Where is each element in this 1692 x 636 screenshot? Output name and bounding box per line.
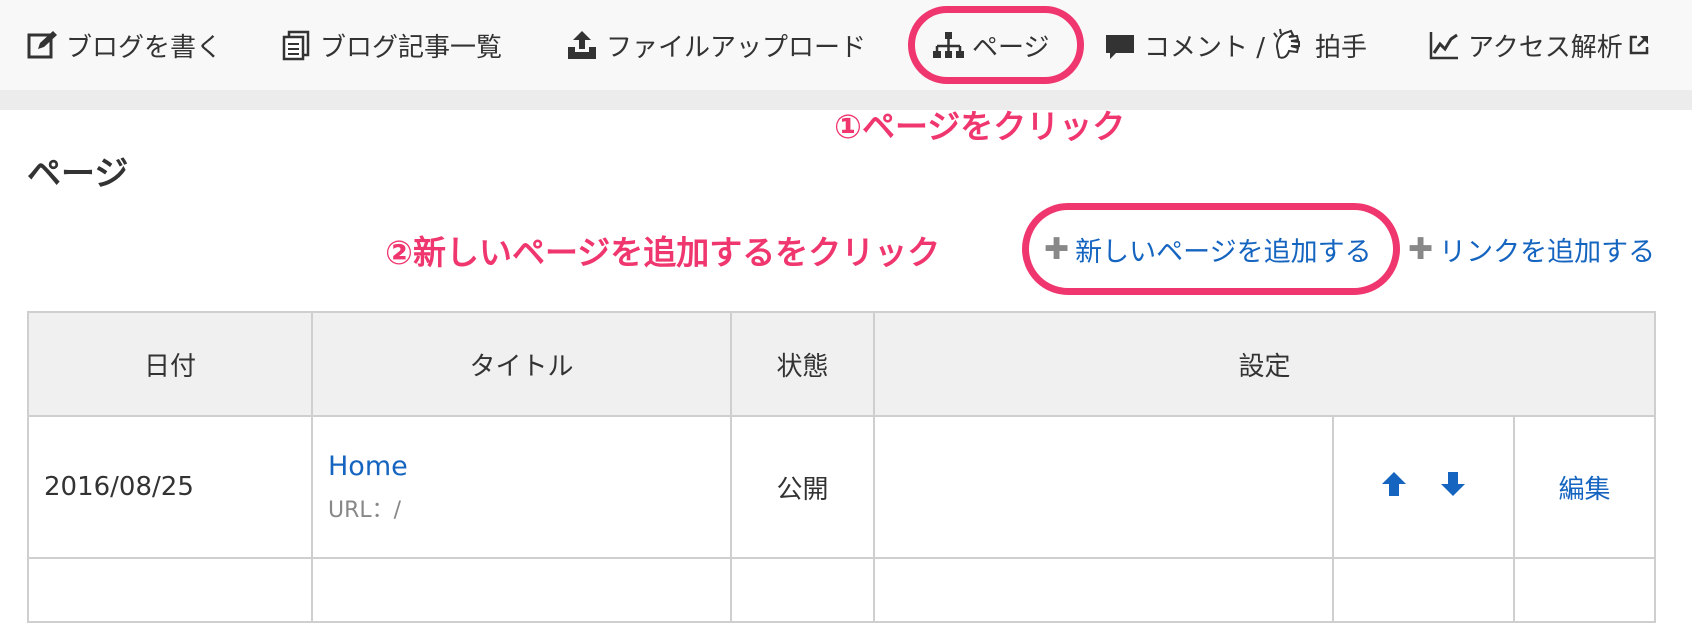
empty-cell <box>311 557 732 623</box>
page-title-link[interactable]: Home <box>328 451 729 482</box>
row-edit-cell: 編集 <box>1513 415 1656 559</box>
row-status: 公開 <box>730 415 875 559</box>
external-link-icon <box>1629 35 1648 55</box>
comment-icon <box>1106 35 1134 59</box>
upload-icon <box>568 31 596 59</box>
move-up-button[interactable] <box>1381 470 1407 505</box>
page-title: ページ <box>27 154 129 194</box>
header-title: タイトル <box>311 311 732 417</box>
table-header-row: 日付 タイトル 状態 設定 <box>27 311 1656 417</box>
row-order-cell <box>1332 415 1515 559</box>
nav-write-blog[interactable]: ブログを書く <box>26 0 222 90</box>
row-title-cell: Home URL：/ <box>311 415 732 559</box>
line-chart-icon <box>1429 32 1458 60</box>
add-link-label: リンクを追加する <box>1439 237 1656 268</box>
annotation-step2: ②新しいページを追加するをクリック <box>385 233 941 272</box>
empty-cell <box>1513 557 1656 623</box>
annotation-step1: ①ページをクリック <box>834 107 1126 146</box>
nav-analytics[interactable]: アクセス解析 <box>1428 0 1651 90</box>
top-navigation: ブログを書く ブログ記事一覧 ファイルアップロード ページ コメント / 拍手 … <box>0 0 1692 90</box>
add-link-link[interactable]: ✚ リンクを追加する <box>1408 230 1655 269</box>
empty-cell <box>873 557 1334 623</box>
clap-hands-icon <box>1273 28 1301 59</box>
pages-table: 日付 タイトル 状態 設定 2016/08/25 Home URL：/ 公開 編… <box>27 311 1656 623</box>
nav-applause-label: 拍手 <box>1315 32 1368 63</box>
plus-icon: ✚ <box>1408 232 1434 267</box>
nav-comment-label: コメント / <box>1144 32 1266 63</box>
nav-list-label: ブログ記事一覧 <box>320 32 503 63</box>
edit-link[interactable]: 編集 <box>1558 475 1610 505</box>
nav-analytics-label: アクセス解析 <box>1468 32 1623 63</box>
row-date: 2016/08/25 <box>27 415 313 559</box>
empty-cell <box>730 557 875 623</box>
arrow-up-icon <box>1382 471 1407 496</box>
header-date: 日付 <box>27 311 313 417</box>
nav-file-upload[interactable]: ファイルアップロード <box>566 0 866 90</box>
nav-comment-applause[interactable]: コメント / 拍手 <box>1104 0 1367 90</box>
table-row: 2016/08/25 Home URL：/ 公開 編集 <box>27 415 1656 559</box>
documents-icon <box>282 30 310 61</box>
table-row <box>27 557 1656 623</box>
page-url: URL：/ <box>328 497 402 523</box>
move-down-button[interactable] <box>1440 470 1466 505</box>
header-settings: 設定 <box>873 311 1656 417</box>
nav-post-list[interactable]: ブログ記事一覧 <box>280 0 502 90</box>
highlight-ring-page-nav <box>908 6 1084 84</box>
nav-upload-label: ファイルアップロード <box>606 32 867 63</box>
edit-icon <box>27 31 57 59</box>
row-blank-cell <box>873 415 1334 559</box>
empty-cell <box>27 557 313 623</box>
empty-cell <box>1332 557 1515 623</box>
arrow-down-icon <box>1440 471 1465 496</box>
nav-write-label: ブログを書く <box>66 32 223 63</box>
header-status: 状態 <box>730 311 875 417</box>
highlight-ring-add-page <box>1022 203 1400 295</box>
